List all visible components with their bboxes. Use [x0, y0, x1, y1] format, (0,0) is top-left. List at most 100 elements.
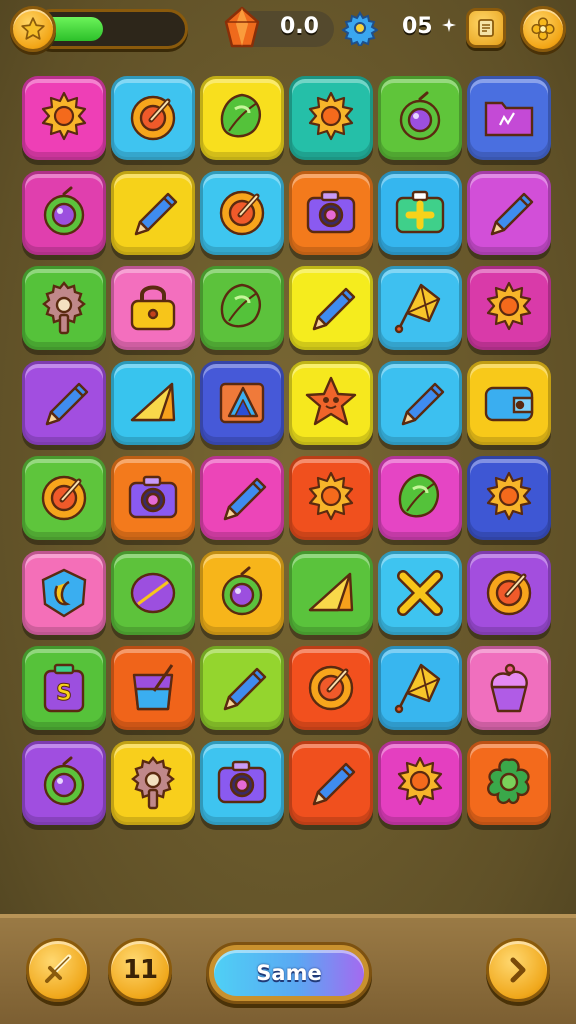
ring-icon [399, 91, 441, 141]
tile-r3-c3[interactable] [200, 266, 284, 350]
tile-r8-c1[interactable] [22, 741, 106, 825]
tile-r2-c6[interactable] [467, 171, 551, 255]
tile-r8-c5[interactable] [378, 741, 462, 825]
tile-r5-c6[interactable] [467, 456, 551, 540]
tile-r4-c3[interactable] [200, 361, 284, 445]
tile-r6-c6[interactable] [467, 551, 551, 635]
ring-icon [43, 186, 85, 236]
oval-icon [130, 572, 176, 614]
sun-icon [308, 471, 354, 521]
tile-r4-c4[interactable] [289, 361, 373, 445]
tile-r1-c4[interactable] [289, 76, 373, 160]
same-button-label: Same [256, 961, 322, 985]
tile-r7-c4[interactable] [289, 646, 373, 730]
pencil-icon [401, 382, 445, 426]
tile-r8-c2[interactable] [111, 741, 195, 825]
tile-r2-c1[interactable] [22, 171, 106, 255]
camera-icon [306, 190, 356, 234]
tile-r2-c5[interactable] [378, 171, 462, 255]
pause-label: 11 [122, 955, 158, 985]
tile-r6-c4[interactable] [289, 551, 373, 635]
tile-r6-c5[interactable] [378, 551, 462, 635]
puzzle-grid: S [22, 76, 551, 825]
sun-icon [308, 91, 354, 141]
sword-icon[interactable] [26, 938, 90, 1002]
cupcake-icon [490, 663, 528, 713]
tile-r1-c6[interactable] [467, 76, 551, 160]
tile-r4-c6[interactable] [467, 361, 551, 445]
tile-r3-c5[interactable] [378, 266, 462, 350]
pencil-icon [134, 192, 178, 236]
cross-icon [397, 570, 443, 616]
camera-icon [128, 475, 178, 519]
pencil-icon [45, 382, 89, 426]
tile-r5-c1[interactable] [22, 456, 106, 540]
wedge-icon [308, 572, 354, 612]
tile-r6-c2[interactable] [111, 551, 195, 635]
target-icon [486, 570, 532, 616]
pencil-icon [312, 762, 356, 806]
wedge-icon [130, 382, 176, 422]
tile-r3-c4[interactable] [289, 266, 373, 350]
kite-icon [394, 283, 441, 334]
chevron-right-icon [510, 957, 526, 983]
tile-r5-c4[interactable] [289, 456, 373, 540]
tile-r5-c5[interactable] [378, 456, 462, 540]
gear-icon [131, 756, 175, 810]
tile-r5-c3[interactable] [200, 456, 284, 540]
next-button[interactable] [486, 938, 550, 1002]
sun-icon [486, 471, 532, 521]
tile-r6-c1[interactable] [22, 551, 106, 635]
scroll-icon[interactable] [466, 8, 506, 48]
pencil-icon [223, 667, 267, 711]
tile-r8-c3[interactable] [200, 741, 284, 825]
tile-r2-c2[interactable] [111, 171, 195, 255]
star-icon[interactable] [10, 6, 56, 52]
folder-icon [484, 101, 534, 137]
tile-r1-c1[interactable] [22, 76, 106, 160]
tile-r2-c4[interactable] [289, 171, 373, 255]
sun-icon [486, 281, 532, 331]
tile-r3-c6[interactable] [467, 266, 551, 350]
tile-r5-c2[interactable] [111, 456, 195, 540]
gear-icon[interactable] [342, 10, 378, 46]
camera-icon [217, 760, 267, 804]
tile-r8-c4[interactable] [289, 741, 373, 825]
tile-r1-c3[interactable] [200, 76, 284, 160]
tile-r7-c5[interactable] [378, 646, 462, 730]
tile-r4-c5[interactable] [378, 361, 462, 445]
flower-icon[interactable] [520, 6, 566, 52]
sun-icon [41, 91, 87, 141]
bag-icon: S [43, 663, 85, 713]
tile-r4-c2[interactable] [111, 361, 195, 445]
tile-r1-c5[interactable] [378, 76, 462, 160]
pause-button[interactable]: 11 [108, 938, 172, 1002]
target-icon [130, 95, 176, 141]
pencil-icon [223, 477, 267, 521]
sun-icon [397, 756, 443, 806]
tile-r7-c1[interactable]: S [22, 646, 106, 730]
tile-r4-c1[interactable] [22, 361, 106, 445]
tile-r2-c3[interactable] [200, 171, 284, 255]
tile-r7-c3[interactable] [200, 646, 284, 730]
same-button[interactable]: Same [206, 942, 372, 1004]
flower-icon [487, 758, 530, 805]
wallet-icon [484, 386, 534, 422]
tile-r7-c2[interactable] [111, 646, 195, 730]
bottom-bar: 11 Same [0, 914, 576, 1024]
kite-icon [394, 663, 441, 714]
orange-gem-icon [224, 6, 260, 48]
same-button-face: Same [214, 950, 364, 996]
tile-r6-c3[interactable] [200, 551, 284, 635]
cup-icon [132, 664, 174, 711]
top-hud: 0.0 05 [0, 0, 576, 60]
tile-r1-c2[interactable] [111, 76, 195, 160]
tile-r7-c6[interactable] [467, 646, 551, 730]
tile-r3-c1[interactable] [22, 266, 106, 350]
tile-r8-c6[interactable] [467, 741, 551, 825]
pencil-icon [312, 287, 356, 331]
svg-text:S: S [56, 681, 72, 706]
tile-r3-c2[interactable] [111, 266, 195, 350]
leaf-icon [220, 283, 261, 328]
gear-icon [42, 281, 86, 335]
